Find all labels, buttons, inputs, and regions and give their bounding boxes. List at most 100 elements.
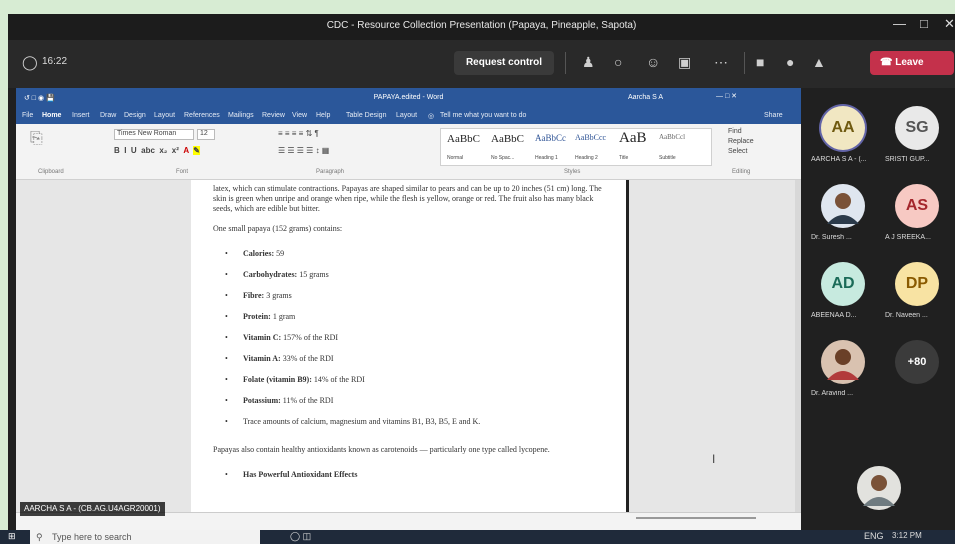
taskbar-search-input[interactable]: ⚲ Type here to search [30,530,260,544]
list-item: • Trace amounts of calcium, magnesium and… [225,417,481,426]
person-photo-icon [857,466,901,510]
windows-start-icon[interactable]: ⊞ [8,531,16,542]
phone-icon: ☎ [880,57,896,68]
select-button[interactable]: Select [728,148,747,155]
style-heading-2[interactable]: AaBbCcc [575,133,606,142]
participant-tile[interactable]: AA AARCHA S A - (... [808,98,878,168]
taskbar-search-placeholder: Type here to search [52,532,132,542]
style-subtitle[interactable]: AaBbCcl [659,133,685,141]
avatar [821,184,865,228]
avatar [821,340,865,384]
font-name-select[interactable]: Times New Roman [114,129,194,140]
replace-button[interactable]: Replace [728,138,754,145]
share-tray-icon[interactable]: ▲ [812,54,826,70]
taskbar-language: ENG [864,531,884,541]
paragraph-buttons[interactable]: ≡ ≡ ≡ ≡ ⇅ ¶ [278,129,319,138]
participant-tile[interactable]: Dr. Suresh ... [808,176,878,246]
participant-name: SRISTI GUP... [885,156,930,163]
word-user-name: Aarcha S A [628,94,664,101]
participant-tile[interactable]: Dr. Aravind ... [808,332,878,402]
participant-tile[interactable]: SG SRISTI GUP... [882,98,952,168]
document-page[interactable]: latex, which can stimulate contractions.… [191,180,629,512]
group-styles: Styles [564,169,581,175]
meeting-toolbar: ◯ 16:22 Request control ♟ ○ ☺ ▣ ⋯ ■ ● ▲ … [8,40,955,88]
style-heading-1[interactable]: AaBbCc [535,133,566,143]
list-item: • Calories: 59 [225,249,285,258]
participant-tile[interactable]: AD ABEENAA D... [808,254,878,324]
tab-mailings[interactable]: Mailings [228,112,254,119]
participant-name: Dr. Aravind ... [811,390,854,397]
shared-screen: ↺ □ ◉ 💾 PAPAYA.edited - Word Aarcha S A … [16,88,801,530]
style-name-heading-2: Heading 2 [575,155,598,161]
request-control-button[interactable]: Request control [454,51,554,75]
tab-home[interactable]: Home [42,112,61,119]
more-participants-tile[interactable]: +80 [882,332,952,402]
more-participants-count: +80 [895,340,939,384]
avatar: AS [895,184,939,228]
maximize-icon[interactable]: □ [920,16,928,31]
more-icon[interactable]: ⋯ [714,54,728,71]
avatar: SG [895,106,939,150]
group-editing: Editing [732,169,751,175]
reactions-icon[interactable]: ☺ [646,54,660,70]
avatar: AD [821,262,865,306]
antioxidant-paragraph: Papayas also contain healthy antioxidant… [213,445,550,454]
tab-design[interactable]: Design [124,112,146,119]
tab-layout[interactable]: Layout [154,112,175,119]
tell-me-box[interactable]: Tell me what you want to do [440,112,526,119]
participant-name: AARCHA S A - (... [811,156,867,163]
document-scrollbar[interactable] [795,180,801,512]
style-no-spacing[interactable]: AaBbC [491,133,524,145]
style-title[interactable]: AaB [619,130,647,147]
word-share-button[interactable]: Share [764,112,783,119]
style-name-subtitle: Subtitle [659,155,676,161]
list-item: • Protein: 1 gram [225,312,296,321]
leave-label: Leave [895,57,924,68]
font-size-select[interactable]: 12 [197,129,215,140]
rooms-icon[interactable]: ▣ [678,54,691,71]
tab-review[interactable]: Review [262,112,285,119]
participant-tile[interactable]: DP Dr. Naveen ... [882,254,952,324]
participant-name: Dr. Suresh ... [811,234,852,241]
avatar: AA [821,106,865,150]
self-view-tile [844,458,914,528]
tab-help[interactable]: Help [316,112,330,119]
toolbar-divider [744,52,745,74]
contains-paragraph: One small papaya (152 grams) contains: [213,224,343,233]
leave-button[interactable]: ☎ Leave [870,51,954,75]
find-button[interactable]: Find [728,128,742,135]
tab-table-design[interactable]: Table Design [346,112,386,119]
style-normal[interactable]: AaBbC [447,133,480,145]
styles-gallery: AaBbC AaBbC AaBbCc AaBbCcc AaB AaBbCcl N… [440,128,712,166]
tab-draw[interactable]: Draw [100,112,116,119]
close-icon[interactable]: ✕ [944,16,955,32]
participant-name: ABEENAA D... [811,312,857,319]
tab-insert[interactable]: Insert [72,112,90,119]
font-format-buttons[interactable]: B I U abc x₂ x² A ✎ [114,146,200,155]
text-cursor-icon: I [712,452,716,466]
paste-icon[interactable]: ⎘ [30,130,43,148]
avatar [857,466,901,510]
meeting-timer: 16:22 [42,56,68,67]
intro-paragraph: latex, which can stimulate contractions.… [213,184,602,213]
task-view-icon[interactable]: ◯ ◫ [290,531,311,542]
camera-off-icon[interactable]: ■ [756,54,764,70]
person-photo-icon [821,340,865,384]
window-title: CDC - Resource Collection Presentation (… [326,20,637,31]
tab-references[interactable]: References [184,112,220,119]
style-name-title: Title [619,155,629,161]
zoom-slider[interactable] [636,517,756,519]
tab-file[interactable]: File [22,112,33,119]
participant-tile[interactable]: AS A J SREEKA... [882,176,952,246]
tab-view[interactable]: View [292,112,307,119]
people-icon[interactable]: ♟ [582,54,595,71]
chat-icon[interactable]: ○ [614,54,622,70]
group-paragraph: Paragraph [316,169,345,175]
alignment-buttons[interactable]: ☰ ☰ ☰ ☰ ↕ ▦ [278,146,329,155]
minimize-icon[interactable]: — [893,16,906,31]
mic-icon[interactable]: ● [786,54,794,70]
heading-list: • Has Powerful Antioxidant Effects [213,465,604,486]
tab-table-layout[interactable]: Layout [396,112,417,119]
nutrient-list: • Calories: 59 • Carbohydrates: 15 grams •… [213,244,604,433]
style-name-no-spacing: No Spac... [491,155,515,161]
